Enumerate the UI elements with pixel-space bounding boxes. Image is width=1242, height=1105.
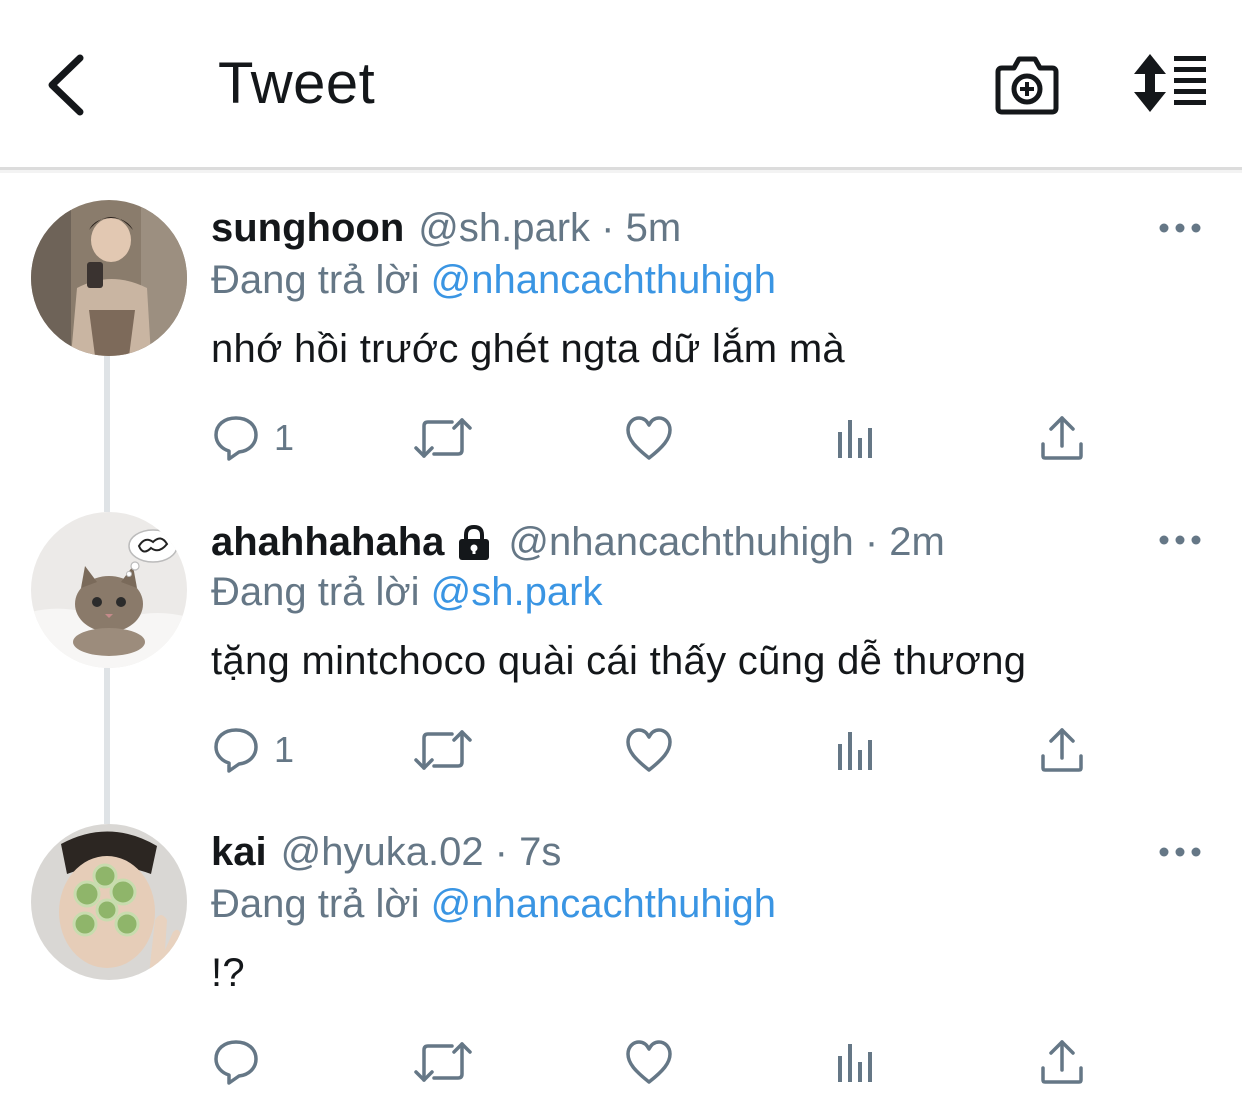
tweet-header: ahahhahaha @nhancachthuhigh · 2m xyxy=(211,520,945,565)
reply-prefix: Đang trả lời xyxy=(211,882,420,926)
header-divider-shadow xyxy=(0,170,1242,173)
tweet-text: !? xyxy=(211,951,245,995)
like-button[interactable] xyxy=(625,725,673,775)
reply-button[interactable]: 1 xyxy=(212,413,294,463)
heart-icon xyxy=(626,416,672,460)
camera-plus-icon xyxy=(995,56,1059,115)
page-title: Tweet xyxy=(218,51,376,116)
more-options-button[interactable] xyxy=(1158,842,1202,862)
avatar[interactable] xyxy=(31,512,187,668)
avatar-photo xyxy=(31,200,187,356)
reply-button[interactable] xyxy=(212,1037,274,1087)
tweet-text: tặng mintchoco quài cái thấy cũng dễ thư… xyxy=(211,639,1027,683)
reply-mention[interactable]: @nhancachthuhigh xyxy=(431,882,776,926)
avatar-photo xyxy=(31,824,187,980)
reply-button[interactable]: 1 xyxy=(212,725,294,775)
analytics-button[interactable] xyxy=(836,413,876,463)
chevron-left-icon xyxy=(48,54,84,116)
handle-time: @sh.park · 5m xyxy=(418,206,682,250)
sort-list-icon xyxy=(1134,54,1206,112)
reply-context: Đang trả lời @nhancachthuhigh xyxy=(211,258,776,303)
top-bar: Tweet xyxy=(0,0,1242,168)
reply-mention[interactable]: @nhancachthuhigh xyxy=(431,258,776,302)
reply-icon xyxy=(214,728,258,773)
share-icon xyxy=(1041,1040,1083,1084)
thread-connector xyxy=(104,356,110,512)
reply-context: Đang trả lời @sh.park xyxy=(211,570,602,615)
sort-button[interactable] xyxy=(1130,52,1210,114)
reply-icon xyxy=(214,416,258,461)
tweet-text: nhớ hồi trước ghét ngta dữ lắm mà xyxy=(211,327,845,371)
retweet-icon xyxy=(414,730,472,770)
back-button[interactable] xyxy=(40,50,100,120)
reply-prefix: Đang trả lời xyxy=(211,258,420,302)
reply-prefix: Đang trả lời xyxy=(211,570,420,614)
heart-icon xyxy=(626,1040,672,1084)
bar-chart-icon xyxy=(838,732,872,770)
more-options-button[interactable] xyxy=(1158,530,1202,550)
tweet-actions xyxy=(212,1037,1092,1087)
retweet-button[interactable] xyxy=(414,1037,472,1087)
like-button[interactable] xyxy=(625,413,673,463)
reply-count: 1 xyxy=(274,729,295,770)
share-button[interactable] xyxy=(1040,1037,1084,1087)
display-name[interactable]: ahahhahaha xyxy=(211,520,444,565)
retweet-icon xyxy=(414,1042,472,1082)
retweet-button[interactable] xyxy=(414,413,472,463)
handle-time: @nhancachthuhigh · 2m xyxy=(508,520,945,564)
reply-context: Đang trả lời @nhancachthuhigh xyxy=(211,882,776,927)
like-button[interactable] xyxy=(625,1037,673,1087)
share-icon xyxy=(1041,416,1083,460)
bar-chart-icon xyxy=(838,1044,872,1082)
avatar[interactable] xyxy=(31,200,187,356)
analytics-button[interactable] xyxy=(836,1037,876,1087)
reply-count: 1 xyxy=(274,417,295,458)
tweet-actions: 1 xyxy=(212,413,1092,463)
share-button[interactable] xyxy=(1040,413,1084,463)
camera-button[interactable] xyxy=(994,54,1060,116)
lock-icon xyxy=(454,523,494,563)
share-icon xyxy=(1041,728,1083,772)
avatar[interactable] xyxy=(31,824,187,980)
tweet-header: sunghoon @sh.park · 5m xyxy=(211,206,681,251)
display-name[interactable]: sunghoon xyxy=(211,206,404,251)
analytics-button[interactable] xyxy=(836,725,876,775)
share-button[interactable] xyxy=(1040,725,1084,775)
handle-time: @hyuka.02 · 7s xyxy=(280,830,562,874)
retweet-icon xyxy=(414,418,472,458)
thread-connector xyxy=(104,668,110,824)
avatar-photo xyxy=(31,512,187,668)
retweet-button[interactable] xyxy=(414,725,472,775)
heart-icon xyxy=(626,728,672,772)
more-dots-icon xyxy=(1159,223,1201,233)
reply-icon xyxy=(214,1040,258,1085)
more-dots-icon xyxy=(1159,847,1201,857)
display-name[interactable]: kai xyxy=(211,830,267,875)
more-dots-icon xyxy=(1159,535,1201,545)
tweet-header: kai @hyuka.02 · 7s xyxy=(211,830,561,875)
tweet-actions: 1 xyxy=(212,725,1092,775)
more-options-button[interactable] xyxy=(1158,218,1202,238)
bar-chart-icon xyxy=(838,420,872,458)
reply-mention[interactable]: @sh.park xyxy=(431,570,603,614)
